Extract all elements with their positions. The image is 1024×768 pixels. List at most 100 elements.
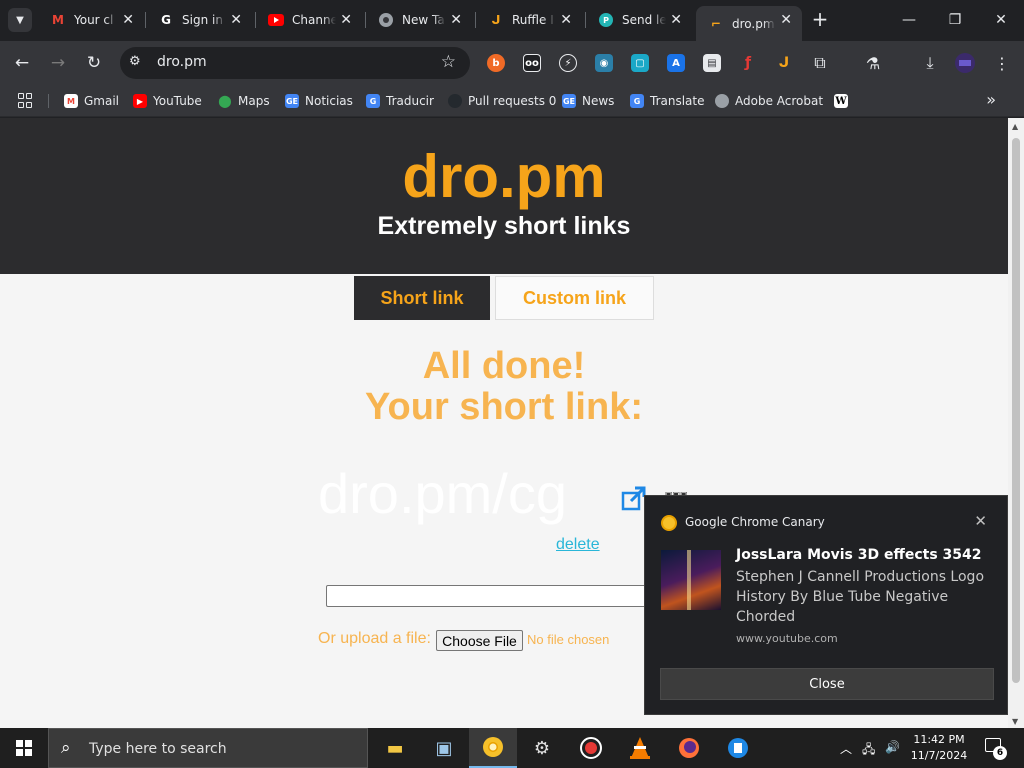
control-panel-icon[interactable]: ▣ [420, 728, 468, 768]
extension-6-icon[interactable]: A [667, 54, 685, 72]
youtube-icon [268, 12, 284, 28]
back-button[interactable]: ← [9, 50, 35, 76]
extensions-button[interactable]: ⧉ [808, 51, 832, 75]
google-icon: G [161, 13, 171, 27]
restore-icon: ❐ [948, 12, 962, 28]
tab-search-button[interactable]: ▼ [8, 8, 32, 32]
site-logo[interactable]: dro.pm [0, 142, 1008, 212]
tab-send[interactable]: P Send le ✕ [586, 6, 692, 34]
profile-button[interactable] [953, 51, 977, 75]
close-tab-icon[interactable]: ✕ [450, 12, 462, 28]
choose-file-button[interactable]: Choose File [436, 630, 523, 651]
restore-button[interactable]: ❐ [932, 0, 978, 40]
flask-icon: ⚗ [865, 53, 881, 73]
bookmark-maps[interactable]: ⬤ Maps [218, 92, 270, 110]
tab-dropm-active[interactable]: ⌐ dro.pm ✕ [696, 6, 802, 41]
reload-button[interactable]: ↻ [81, 50, 107, 76]
arrow-left-icon: ← [14, 53, 30, 73]
url-input[interactable] [326, 585, 656, 607]
settings-gear-icon[interactable]: ⚙ [518, 728, 566, 768]
bookmark-news[interactable]: GE News [562, 92, 614, 110]
ruffle-icon: ᒍ [491, 13, 501, 27]
close-tab-icon[interactable]: ✕ [670, 12, 682, 28]
action-center-button[interactable]: 6 [985, 738, 1007, 760]
extension-3-icon[interactable]: ⚡ [559, 54, 577, 72]
network-icon[interactable]: 🖧 [862, 740, 875, 761]
taskbar-clock[interactable]: 11:42 PM 11/7/2024 [904, 732, 974, 764]
close-tab-icon[interactable]: ✕ [230, 12, 242, 28]
minimize-button[interactable]: — [886, 0, 932, 40]
volume-icon[interactable]: 🔊 [885, 740, 900, 754]
close-tab-icon[interactable]: ✕ [780, 12, 792, 28]
scroll-down-icon[interactable]: ▼ [1012, 717, 1018, 726]
page-scrollbar[interactable]: ▲ ▼ [1008, 118, 1024, 728]
short-link-text[interactable]: dro.pm/cg [318, 464, 567, 524]
extension-7-icon[interactable]: ▤ [703, 54, 721, 72]
extension-1-icon[interactable]: b [487, 54, 505, 72]
extension-2-icon[interactable]: oo [523, 54, 541, 72]
minimize-icon: — [902, 12, 916, 28]
apps-grid-icon[interactable] [18, 93, 34, 109]
bookmark-label: YouTube [153, 94, 202, 108]
file-explorer-icon[interactable]: ▬ [371, 728, 419, 768]
chrome-canary-taskbar-icon[interactable] [469, 728, 517, 768]
tab-ruffle[interactable]: ᒍ Ruffle I ✕ [476, 6, 582, 34]
maps-pin-icon: ⬤ [218, 94, 232, 108]
menu-button[interactable]: ⋮ [990, 51, 1014, 75]
bookmark-translate[interactable]: G Translate [630, 92, 705, 110]
close-tab-icon[interactable]: ✕ [122, 12, 134, 28]
bookmark-label: Traducir [386, 94, 434, 108]
vlc-icon[interactable] [616, 728, 664, 768]
bookmark-traducir[interactable]: G Traducir [366, 92, 434, 110]
extension-5-icon[interactable]: ▢ [631, 54, 649, 72]
delete-link[interactable]: delete [556, 536, 600, 554]
address-text[interactable]: dro.pm [157, 54, 207, 70]
close-icon[interactable]: ✕ [974, 512, 987, 530]
tab-sign-in[interactable]: G Sign in ✕ [146, 6, 252, 34]
tab-custom-link[interactable]: Custom link [495, 276, 654, 320]
bookmark-label: Translate [650, 94, 705, 108]
more-bookmarks-icon[interactable]: » [986, 90, 996, 109]
adobe-extension-icon[interactable]: ƒ [739, 54, 757, 72]
firefox-icon[interactable] [665, 728, 713, 768]
app-icon[interactable] [714, 728, 762, 768]
notification-close-button[interactable]: Close [660, 668, 994, 700]
bookmark-wikipedia[interactable]: W [834, 92, 854, 110]
taskbar-search[interactable]: ⌕ Type here to search [48, 728, 368, 768]
forward-button[interactable]: → [45, 50, 71, 76]
scrollbar-thumb[interactable] [1012, 138, 1020, 683]
new-tab-button[interactable]: + [808, 8, 832, 32]
bookmark-pull-requests[interactable]: Pull requests 0 [448, 92, 556, 110]
record-icon[interactable] [567, 728, 615, 768]
start-button[interactable] [0, 728, 48, 768]
bookmark-youtube[interactable]: ▶ YouTube [133, 92, 202, 110]
upload-label: Or upload a file: [318, 630, 431, 647]
downloads-button[interactable]: ⤓ [918, 51, 942, 75]
bookmark-label: Maps [238, 94, 270, 108]
tab-short-link[interactable]: Short link [354, 276, 490, 320]
close-tab-icon[interactable]: ✕ [340, 12, 352, 28]
bookmark-noticias[interactable]: GE Noticias [285, 92, 353, 110]
gmail-icon: M [64, 94, 78, 108]
tab-new-tab[interactable]: New Ta ✕ [366, 6, 472, 34]
extension-4-icon[interactable]: ◉ [595, 54, 613, 72]
close-icon: ✕ [995, 12, 1007, 28]
labs-button[interactable]: ⚗ [861, 51, 885, 75]
site-header: dro.pm Extremely short links [0, 118, 1008, 274]
bookmark-star-icon[interactable]: ☆ [441, 52, 456, 72]
tab-channel[interactable]: Channe ✕ [256, 6, 362, 34]
close-tab-icon[interactable]: ✕ [560, 12, 572, 28]
tray-chevron-icon[interactable]: ︿ [840, 740, 852, 757]
scroll-up-icon[interactable]: ▲ [1012, 122, 1018, 131]
chevron-down-icon: ▼ [16, 14, 24, 26]
send-icon: P [598, 12, 614, 28]
tab-gmail[interactable]: M Your cl ✕ [38, 6, 144, 34]
site-settings-icon[interactable]: ⚙ [129, 54, 145, 70]
bookmark-label: Gmail [84, 94, 120, 108]
address-bar[interactable]: ⚙ dro.pm ☆ [120, 47, 470, 79]
close-window-button[interactable]: ✕ [978, 0, 1024, 40]
notification-app-name: Google Chrome Canary [685, 515, 825, 529]
ruffle-extension-icon[interactable]: ᒍ [775, 54, 793, 72]
bookmark-gmail[interactable]: M Gmail [64, 92, 119, 110]
bookmark-adobe-acrobat[interactable]: Adobe Acrobat [715, 92, 823, 110]
